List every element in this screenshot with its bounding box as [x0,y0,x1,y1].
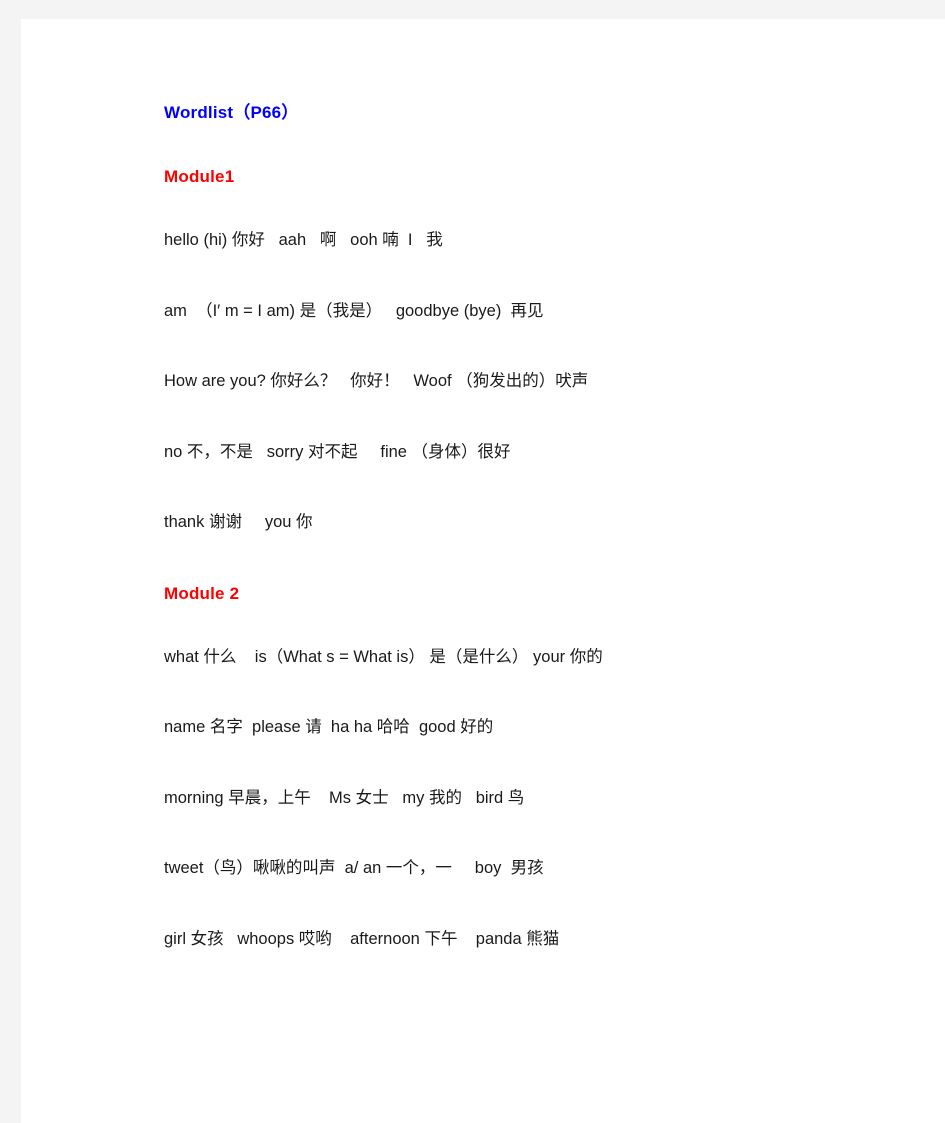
module-heading-2: Module 2 [164,583,240,603]
page-title: Wordlist（P66） [164,103,299,122]
wordlist-line: hello (hi) 你好 aah 啊 ooh 喃 I 我 [164,231,443,249]
document-page: Wordlist（P66） Module1 hello (hi) 你好 aah … [21,19,945,1123]
wordlist-line: no 不，不是 sorry 对不起 fine （身体）很好 [164,442,511,461]
document-content: Wordlist（P66） Module1 hello (hi) 你好 aah … [164,104,864,947]
wordlist-line: girl 女孩 whoops 哎哟 afternoon 下午 panda 熊猫 [164,929,560,948]
wordlist-line: name 名字 please 请 ha ha 哈哈 good 好的 [164,718,494,736]
wordlist-line: thank 谢谢 you 你 [164,513,313,531]
wordlist-line: what 什么 is（What s = What is） 是（是什么） your… [164,647,603,666]
wordlist-line: morning 早晨，上午 Ms 女士 my 我的 bird 鸟 [164,788,525,807]
wordlist-line: tweet（鸟）啾啾的叫声 a/ an 一个，一 boy 男孩 [164,859,544,877]
wordlist-line: am （I′ m = I am) 是（我是） goodbye (bye) 再见 [164,301,544,320]
wordlist-line: How are you? 你好么？ 你好！ Woof （狗发出的）吠声 [164,372,589,390]
module-heading-1: Module1 [164,167,235,186]
